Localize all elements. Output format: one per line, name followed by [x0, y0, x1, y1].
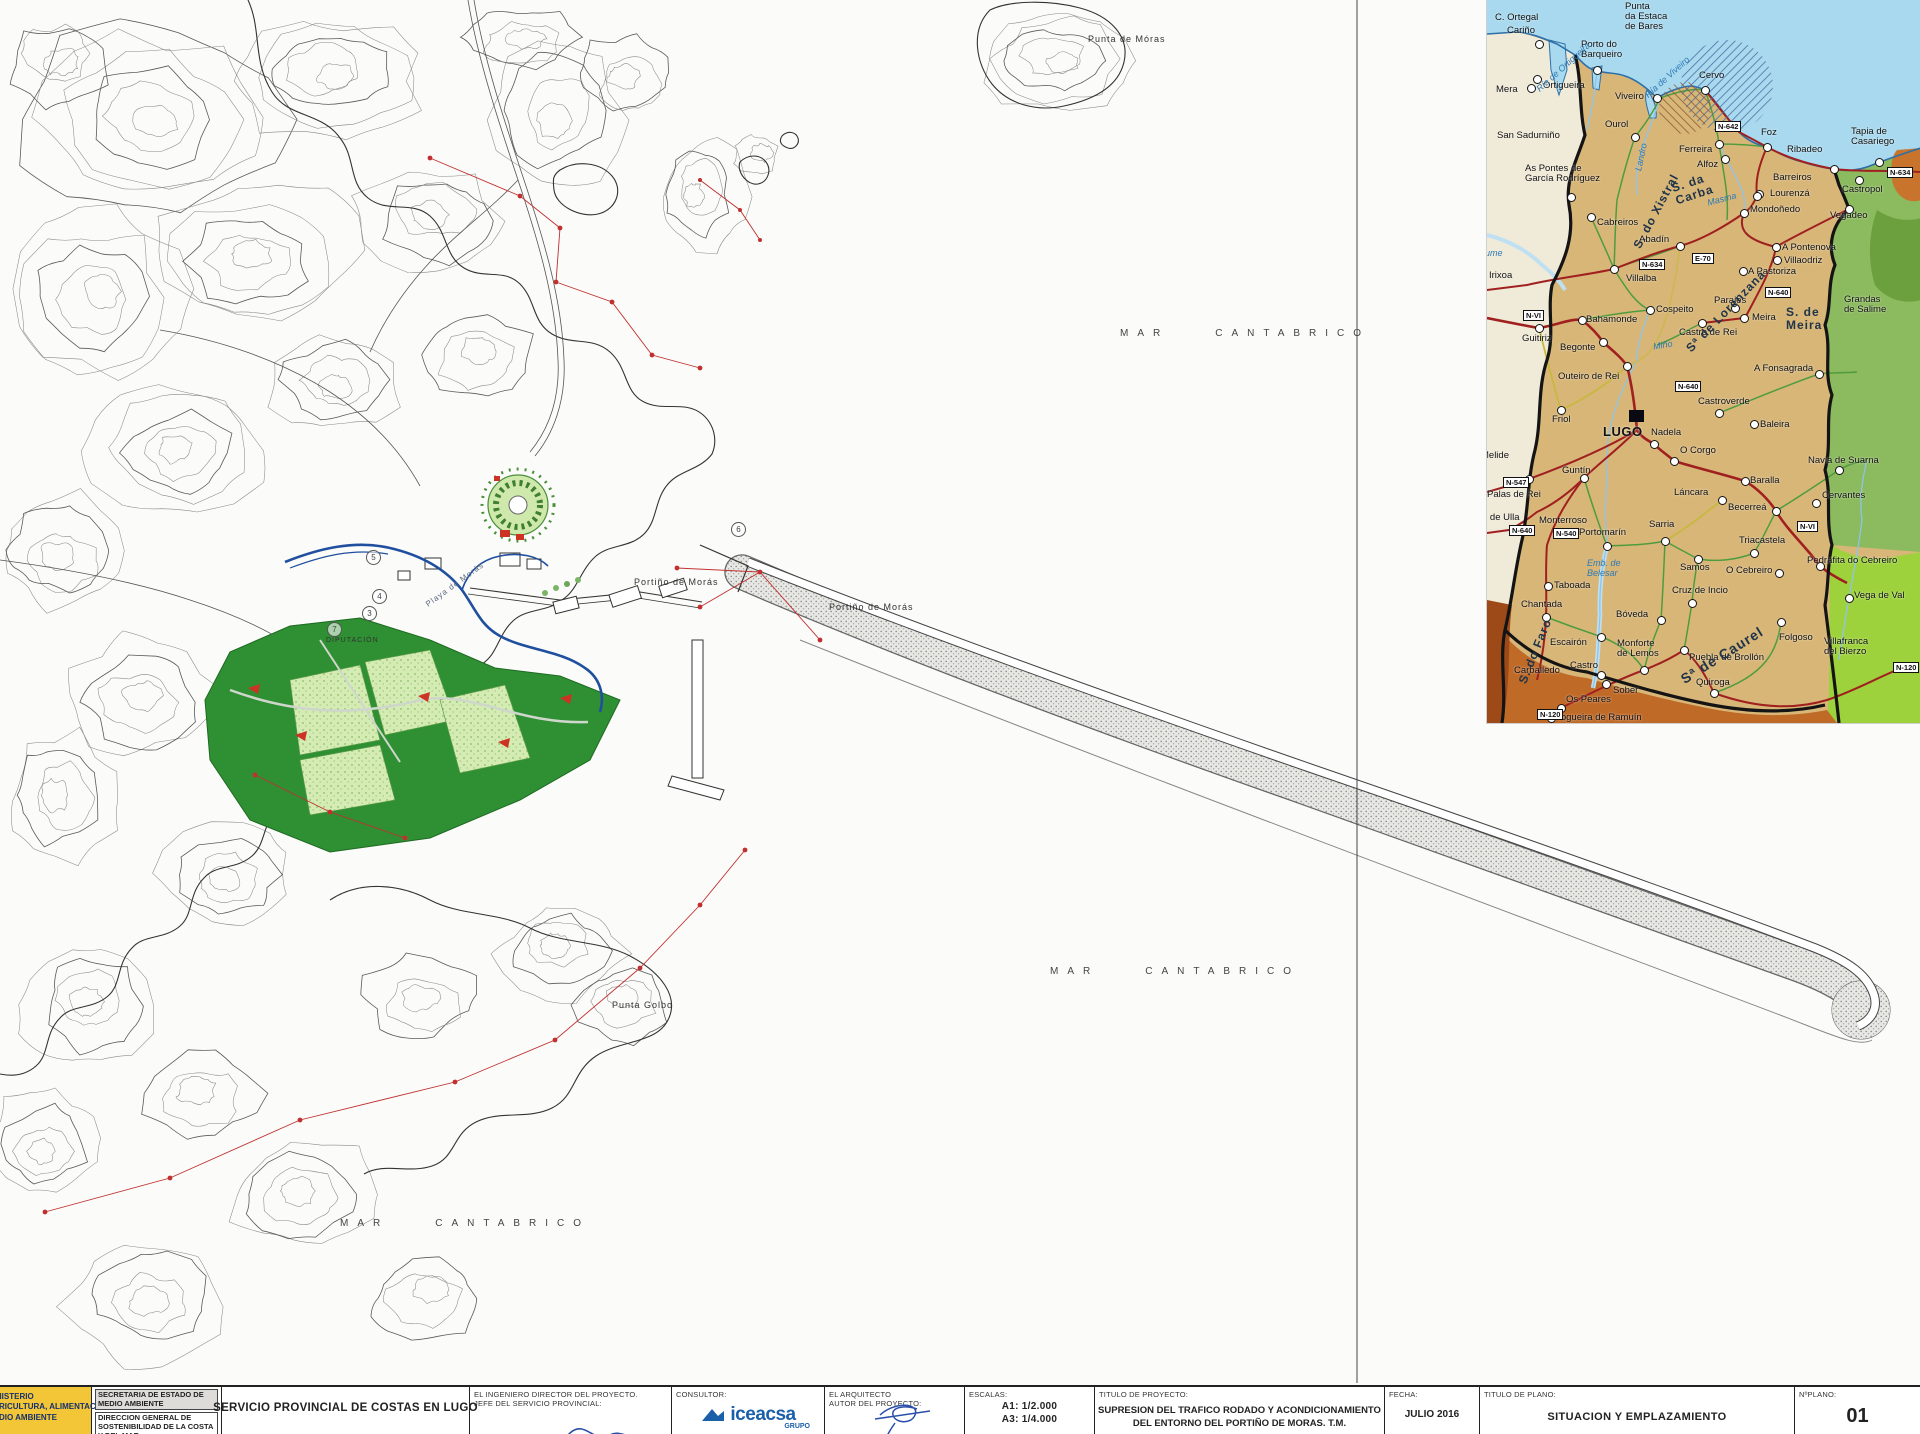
servicio-cell: SERVICIO PROVINCIAL DE COSTAS EN LUGO — [222, 1387, 470, 1434]
num-plano-cell: NºPLANO: 01 — [1795, 1387, 1920, 1434]
secretaria-cell: SECRETARIA DE ESTADO DE MEDIO AMBIENTE D… — [92, 1387, 222, 1434]
ministry-text: MINISTERIO AGRICULTURA, ALIMENTACION MED… — [0, 1387, 91, 1423]
num-plano-label: NºPLANO: — [1795, 1387, 1920, 1399]
coastline — [0, 0, 1125, 1174]
escala-a3: A3: 1/4.000 — [965, 1414, 1094, 1425]
inset-map-drawing — [1487, 0, 1920, 723]
fecha-value: JULIO 2016 — [1385, 1409, 1479, 1420]
num-plano-value: 01 — [1795, 1405, 1920, 1428]
ingeniero-label-1: EL INGENIERO DIRECTOR DEL PROYECTO. — [470, 1387, 671, 1399]
plan-sheet: { "doc": { "ministry_line1": "MINISTERIO… — [0, 0, 1920, 1432]
consultor-cell: CONSULTOR: iceacsa GRUPO — [672, 1387, 825, 1434]
arquitecto-cell: EL ARQUITECTO AUTOR DEL PROYECTO: — [825, 1387, 965, 1434]
roundabout-park — [482, 469, 554, 541]
arquitecto-signature — [825, 1393, 965, 1434]
titulo-plano-value: SITUACION Y EMPLAZAMIENTO — [1480, 1411, 1794, 1423]
ingeniero-signature — [470, 1405, 670, 1434]
titulo-plano-cell: TITULO DE PLANO: SITUACION Y EMPLAZAMIEN… — [1480, 1387, 1795, 1434]
servicio-label: SERVICIO PROVINCIAL DE COSTAS EN LUGO — [213, 1402, 478, 1414]
inset-land-leon — [1827, 545, 1920, 723]
titulo-proyecto-label: TITULO DE PROYECTO: — [1095, 1387, 1384, 1399]
ministry-line2: AGRICULTURA, ALIMENTACION — [0, 1402, 91, 1412]
ministry-line1: MINISTERIO — [0, 1392, 91, 1402]
escalas-cell: ESCALAS: A1: 1/2.000 A3: 1/4.000 — [965, 1387, 1095, 1434]
ingeniero-cell: EL INGENIERO DIRECTOR DEL PROYECTO. JEFE… — [470, 1387, 672, 1434]
titulo-proyecto-line1: SUPRESION DEL TRAFICO RODADO Y ACONDICIO… — [1095, 1405, 1384, 1416]
title-block: MINISTERIO AGRICULTURA, ALIMENTACION MED… — [0, 1385, 1920, 1434]
fecha-cell: FECHA: JULIO 2016 — [1385, 1387, 1480, 1434]
iceacsa-logo-icon — [700, 1406, 726, 1424]
iceacsa-logo: iceacsa — [672, 1405, 824, 1424]
inset-map-lugo: C. OrtegalCariñoPunta da Estaca de Bares… — [1486, 0, 1920, 724]
escalas-label: ESCALAS: — [965, 1387, 1094, 1399]
park-area — [205, 618, 620, 852]
ministry-logo-cell: MINISTERIO AGRICULTURA, ALIMENTACION MED… — [0, 1387, 92, 1434]
land-roads — [0, 0, 564, 658]
ministry-line3: MEDIO AMBIENTE — [0, 1413, 91, 1423]
iceacsa-logo-text: iceacsa — [730, 1405, 795, 1424]
consultor-label: CONSULTOR: — [672, 1387, 824, 1399]
titulo-proyecto-line2: DEL ENTORNO DEL PORTIÑO DE MORAS. T.M. — [1095, 1418, 1384, 1429]
project-location-hatch-2 — [1659, 82, 1711, 134]
fecha-label: FECHA: — [1385, 1387, 1479, 1399]
titulo-plano-label: TITULO DE PLANO: — [1480, 1387, 1794, 1399]
secretaria-label: SECRETARIA DE ESTADO DE MEDIO AMBIENTE — [95, 1389, 218, 1410]
escala-a1: A1: 1/2.000 — [965, 1401, 1094, 1412]
titulo-proyecto-cell: TITULO DE PROYECTO: SUPRESION DEL TRAFIC… — [1095, 1387, 1385, 1434]
direccion-label: DIRECCION GENERAL DE SOSTENIBILIDAD DE L… — [95, 1412, 218, 1434]
